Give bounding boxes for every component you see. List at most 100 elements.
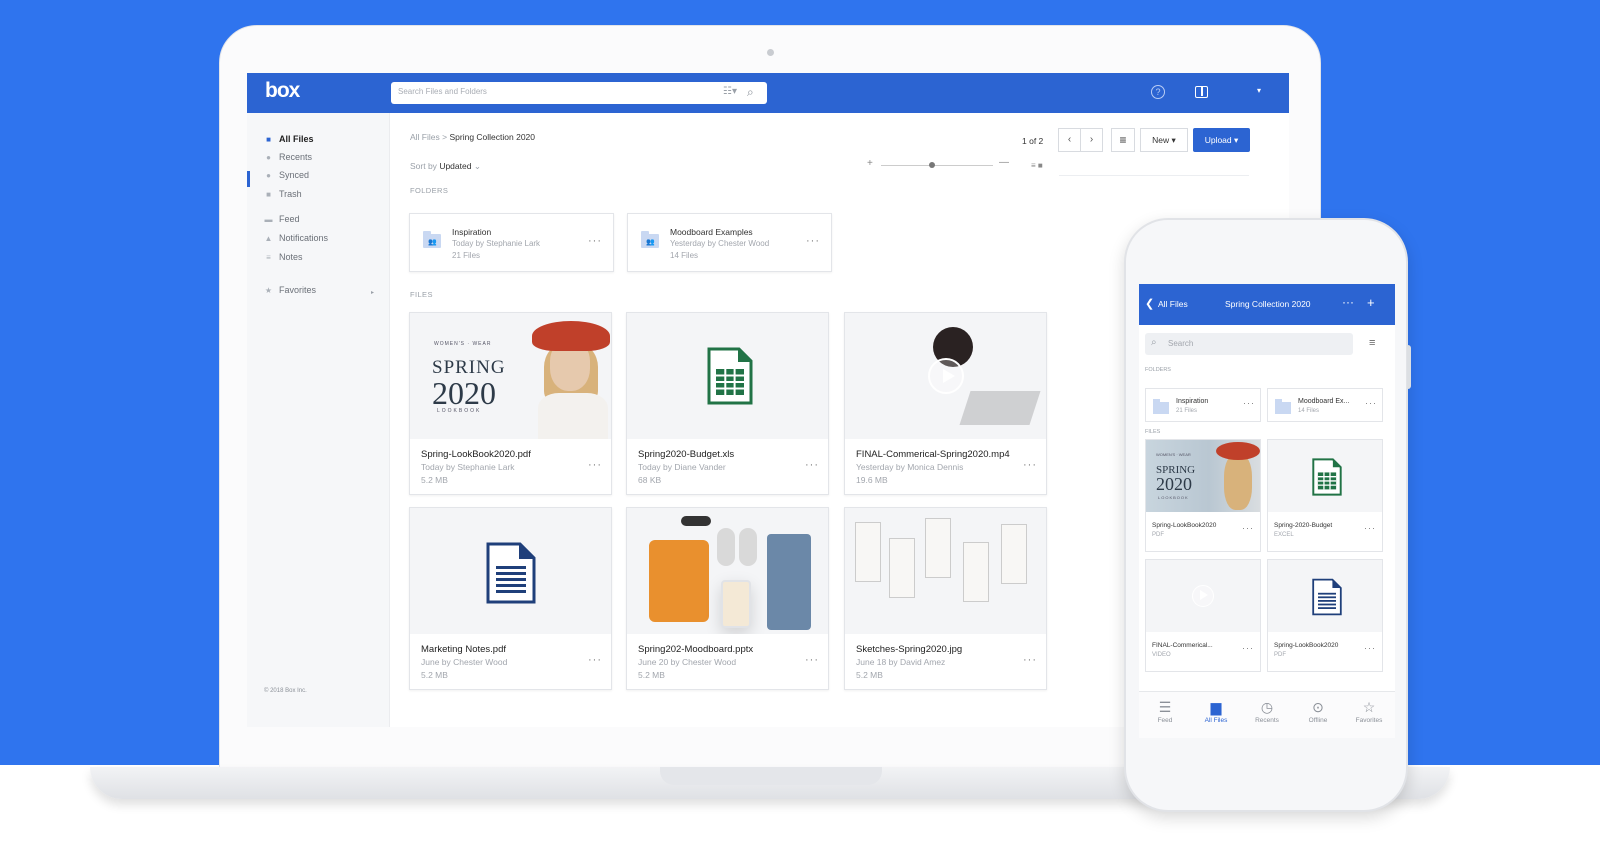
mobile-search-input[interactable]: ⌕ Search <box>1145 333 1353 355</box>
new-button[interactable]: New ▾ <box>1140 128 1188 152</box>
tab-label: Favorites <box>1355 717 1383 724</box>
photo-shape <box>1224 454 1252 510</box>
sidebar-item-all-files[interactable]: ■ All Files <box>264 134 313 144</box>
zoom-out-icon[interactable]: — <box>999 157 1009 168</box>
more-options-icon[interactable]: ··· <box>1365 398 1377 408</box>
more-options-icon[interactable]: ··· <box>805 459 819 471</box>
more-options-icon[interactable]: ··· <box>1023 459 1037 471</box>
file-card[interactable]: Spring2020-Budget.xls Today by Diane Van… <box>626 312 829 495</box>
folder-icon: ▆ <box>1210 699 1222 715</box>
file-name: FINAL-Commerical-Spring2020.mp4 <box>856 449 1010 460</box>
breadcrumb-separator: > <box>442 132 448 142</box>
folder-card[interactable]: Inspiration 21 Files ··· <box>1145 388 1261 422</box>
back-icon[interactable]: ❮ <box>1145 297 1154 310</box>
file-meta: Today by Diane Vander <box>638 462 726 472</box>
add-icon[interactable]: + <box>1367 295 1375 310</box>
file-card[interactable]: Sketches-Spring2020.jpg June 18 by David… <box>844 507 1047 690</box>
more-options-icon[interactable]: ··· <box>1364 643 1376 653</box>
file-name: Spring-2020-Budget <box>1274 522 1333 529</box>
help-icon[interactable]: ? <box>1151 85 1165 99</box>
feed-icon: ▬ <box>264 214 273 224</box>
next-page-button[interactable]: › <box>1080 128 1103 152</box>
file-card[interactable]: WOMEN'S · WEAR SPRING 2020 LOOKBOOK Spri… <box>409 312 612 495</box>
sidebar-item-recents[interactable]: ● Recents <box>264 152 312 162</box>
file-card[interactable]: FINAL-Commerical... VIDEO ··· <box>1145 559 1261 672</box>
file-card[interactable]: Spring-LookBook2020 PDF ··· <box>1267 559 1383 672</box>
zoom-in-icon[interactable]: + <box>867 158 873 169</box>
more-options-icon[interactable]: ··· <box>805 654 819 666</box>
more-options-icon[interactable]: ··· <box>1342 295 1354 309</box>
file-size: 68 KB <box>638 475 662 485</box>
cover-line2: 2020 <box>1156 474 1192 494</box>
sidebar-item-notes[interactable]: ≡ Notes <box>264 252 303 262</box>
more-options-icon[interactable]: ··· <box>1242 643 1254 653</box>
sidebar-item-label: Favorites <box>279 285 317 295</box>
sort-options-icon[interactable]: ≡ <box>1111 128 1135 152</box>
photo-shape <box>717 528 735 566</box>
folder-meta: Today by Stephanie Lark <box>452 239 541 248</box>
sidebar-item-notifications[interactable]: ▲ Notifications <box>264 233 329 243</box>
tab-feed[interactable]: ☰ Feed <box>1140 698 1190 724</box>
photo-shape <box>681 516 711 526</box>
file-card[interactable]: WOMEN'S · WEAR SPRING 2020 LOOKBOOK Spri… <box>1145 439 1261 552</box>
more-options-icon[interactable]: ··· <box>588 654 602 666</box>
more-options-icon[interactable]: ··· <box>588 235 602 247</box>
search-input[interactable]: Search Files and Folders ☷▾ ⌕ <box>391 82 767 104</box>
tab-offline[interactable]: ⊙ Offline <box>1293 698 1343 724</box>
back-label[interactable]: All Files <box>1158 299 1188 309</box>
account-caret-icon[interactable]: ▾ <box>1257 86 1261 95</box>
sort-control[interactable]: Sort by Updated ⌄ <box>410 161 481 172</box>
folder-card[interactable]: 👥 Moodboard Examples Yesterday by Cheste… <box>627 213 832 272</box>
sort-icon[interactable]: ≡ <box>1369 337 1375 349</box>
mobile-app: ❮ All Files Spring Collection 2020 ··· +… <box>1139 284 1395 738</box>
active-indicator <box>247 171 250 187</box>
shared-folder-icon: 👥 <box>423 231 441 248</box>
tab-all-files[interactable]: ▆ All Files <box>1191 698 1241 724</box>
bell-icon: ▲ <box>264 233 273 243</box>
tab-favorites[interactable]: ☆ Favorites <box>1344 698 1394 724</box>
file-name: FINAL-Commerical... <box>1152 642 1213 649</box>
file-meta: June by Chester Wood <box>421 657 508 667</box>
folder-card[interactable]: Moodboard Ex... 14 Files ··· <box>1267 388 1383 422</box>
file-card[interactable]: FINAL-Commerical-Spring2020.mp4 Yesterda… <box>844 312 1047 495</box>
play-icon[interactable] <box>928 358 964 394</box>
file-card[interactable]: Spring-2020-Budget EXCEL ··· <box>1267 439 1383 552</box>
more-options-icon[interactable]: ··· <box>1243 398 1255 408</box>
breadcrumb-root[interactable]: All Files <box>410 132 440 142</box>
more-options-icon[interactable]: ··· <box>1023 654 1037 666</box>
file-card[interactable]: Marketing Notes.pdf June by Chester Wood… <box>409 507 612 690</box>
favorites-caret-icon[interactable]: ▸ <box>371 289 374 296</box>
file-card[interactable]: Spring202-Moodboard.pptx June 20 by Ches… <box>626 507 829 690</box>
sidebar-item-label: Notes <box>279 252 303 262</box>
more-options-icon[interactable]: ··· <box>588 459 602 471</box>
file-thumbnail <box>627 508 828 634</box>
file-name: Marketing Notes.pdf <box>421 644 507 655</box>
folder-count: 14 Files <box>670 251 699 260</box>
file-meta: June 20 by Chester Wood <box>638 657 737 667</box>
play-icon[interactable] <box>1192 585 1214 607</box>
folders-heading: FOLDERS <box>410 186 449 195</box>
file-type: PDF <box>1152 532 1164 538</box>
search-icon[interactable]: ⌕ <box>747 85 754 100</box>
sidebar: ■ All Files ● Recents ● Synced ■ Trash ▬ Feed… <box>247 113 390 727</box>
box-logo[interactable]: box <box>265 79 300 103</box>
panel-toggle-icon[interactable] <box>1195 86 1208 98</box>
prev-page-button[interactable]: ‹ <box>1058 128 1081 152</box>
pagination-info: 1 of 2 <box>1022 136 1044 146</box>
sidebar-item-synced[interactable]: ● Synced <box>264 170 309 180</box>
more-options-icon[interactable]: ··· <box>1364 523 1376 533</box>
sidebar-item-feed[interactable]: ▬ Feed <box>264 214 300 224</box>
upload-button[interactable]: Upload ▾ <box>1193 128 1250 152</box>
file-thumbnail <box>1268 440 1382 512</box>
zoom-handle[interactable] <box>929 162 935 168</box>
more-options-icon[interactable]: ··· <box>1242 523 1254 533</box>
more-options-icon[interactable]: ··· <box>806 235 820 247</box>
view-toggle-icon[interactable]: ≡ ■ <box>1031 161 1043 170</box>
sidebar-item-favorites[interactable]: ★ Favorites <box>264 285 316 295</box>
zoom-slider[interactable]: + — <box>867 157 1009 171</box>
search-placeholder: Search Files and Folders <box>398 87 487 96</box>
sidebar-item-trash[interactable]: ■ Trash <box>264 189 302 199</box>
filter-icon[interactable]: ☷▾ <box>723 86 737 97</box>
tab-recents[interactable]: ◷ Recents <box>1242 698 1292 724</box>
folder-card[interactable]: 👥 Inspiration Today by Stephanie Lark 21… <box>409 213 614 272</box>
